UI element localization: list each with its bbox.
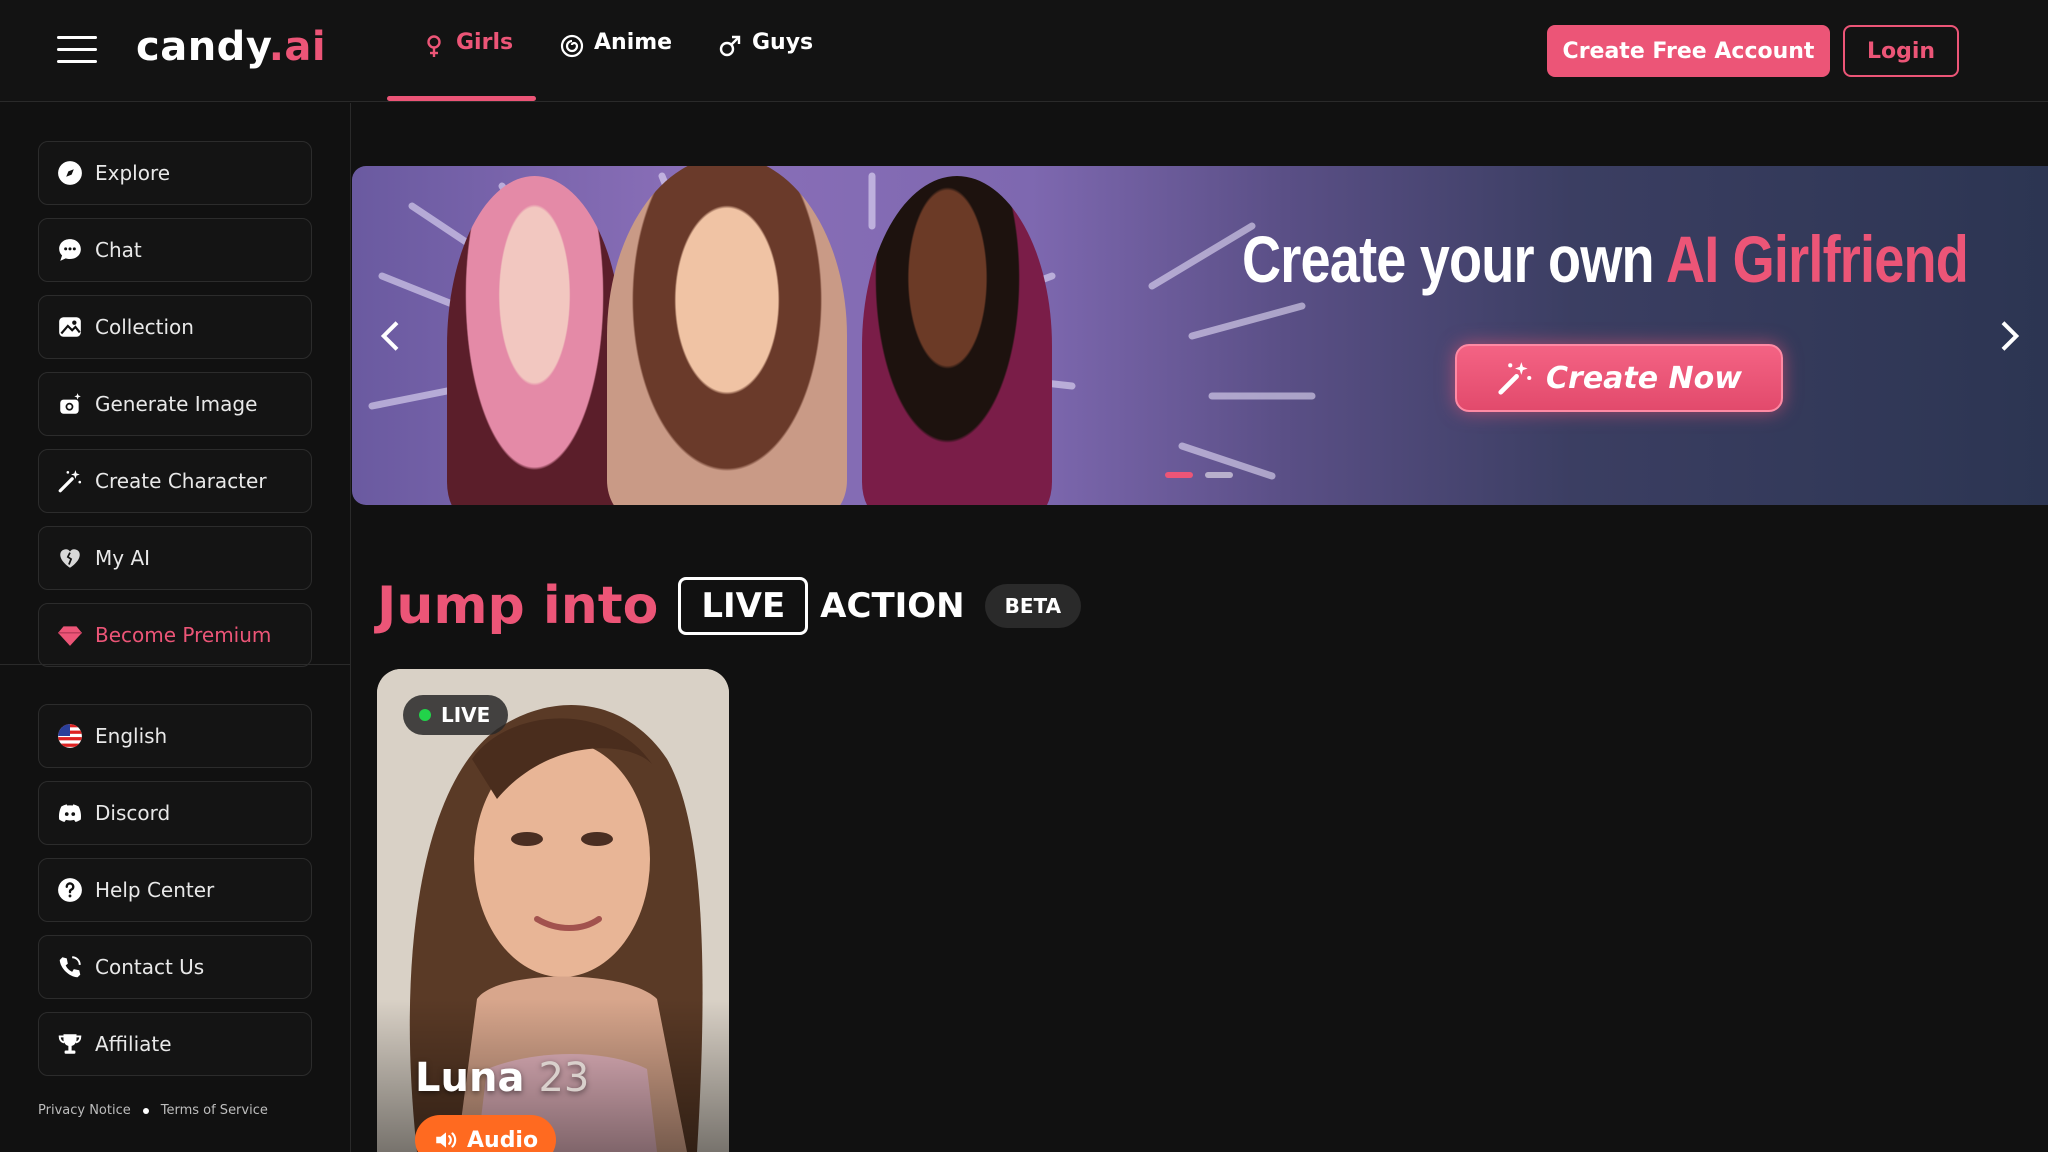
banner-model-right [862,176,1052,505]
magic-wand-icon [1498,362,1532,395]
sidebar-item-label: Generate Image [95,392,258,416]
sidebar-item-become-premium[interactable]: Become Premium [38,603,312,667]
active-tab-indicator [387,96,536,101]
live-character-card[interactable]: LIVE Luna 23 Audio [377,669,729,1152]
banner-title-white: Create your own [1242,222,1655,296]
privacy-notice-link[interactable]: Privacy Notice [38,1103,131,1118]
sidebar-item-label: Collection [95,315,194,339]
sidebar: Explore Chat Collection Generate Image C… [0,103,351,1152]
carousel-dot[interactable] [1165,472,1193,478]
live-badge: LIVE [403,695,509,735]
camera-sparkle-icon [60,393,81,414]
tab-girls-label: Girls [456,30,514,55]
carousel-dot[interactable] [1205,472,1233,478]
male-icon [719,35,741,57]
audio-button[interactable]: Audio [415,1115,557,1152]
audio-label: Audio [467,1127,539,1152]
sidebar-item-label: English [95,724,168,748]
tab-guys[interactable]: Guys [718,30,813,102]
discord-icon [58,804,82,822]
heading-action: ACTION [820,586,965,626]
sidebar-item-label: Contact Us [95,955,205,979]
footer-separator [142,1107,149,1114]
banner-title: Create your own AI Girlfriend [1242,221,1969,297]
terms-of-service-link[interactable]: Terms of Service [161,1103,268,1118]
tab-guys-label: Guys [752,30,814,55]
sidebar-item-language[interactable]: English [38,704,312,768]
live-badge-label: LIVE [441,703,491,727]
sidebar-item-label: Create Character [95,469,267,493]
banner-title-accent: AI Girlfriend [1665,222,1969,296]
character-name: Luna [415,1055,525,1101]
logo-suffix: .ai [268,24,327,70]
diamond-icon [58,626,82,646]
sidebar-item-label: My AI [95,546,151,570]
banner-model-center [607,166,847,505]
login-button[interactable]: Login [1843,25,1959,77]
top-bar: candy.ai Girls Anime Guys Create Free Ac… [0,0,2048,102]
sidebar-item-my-ai[interactable]: My AI [38,526,312,590]
magic-wand-icon [58,470,82,493]
sidebar-footer: Privacy Notice Terms of Service [38,1103,268,1118]
heading-live: LIVE [678,577,809,635]
sidebar-item-label: Explore [95,161,171,185]
carousel-dots [1165,472,1233,478]
trophy-icon [58,1034,82,1054]
contact-phone-icon [59,956,81,978]
sidebar-item-discord[interactable]: Discord [38,781,312,845]
menu-icon[interactable] [57,36,97,66]
sidebar-item-label: Affiliate [95,1032,172,1056]
character-name-age: Luna 23 [415,1055,589,1101]
compass-icon [58,161,82,185]
create-now-button[interactable]: Create Now [1455,344,1783,412]
sidebar-item-generate-image[interactable]: Generate Image [38,372,312,436]
create-now-label: Create Now [1546,360,1742,396]
sidebar-item-label: Chat [95,238,142,262]
help-circle-icon [58,878,82,902]
live-section-heading: Jump into LIVE ACTION BETA [377,570,1082,642]
us-flag-icon [58,724,82,748]
character-age: 23 [538,1055,590,1101]
beta-badge: BETA [984,584,1082,628]
sidebar-item-help-center[interactable]: Help Center [38,858,312,922]
tab-anime[interactable]: Anime [560,30,672,102]
anime-swirl-icon [560,34,584,58]
chevron-right-icon[interactable] [1988,316,2028,356]
promo-banner[interactable]: Create your own AI Girlfriend Create Now [352,166,2048,505]
logo[interactable]: candy.ai [136,24,326,70]
sidebar-item-affiliate[interactable]: Affiliate [38,1012,312,1076]
live-status-dot [419,709,431,721]
sidebar-item-explore[interactable]: Explore [38,141,312,205]
logo-main: candy [136,24,269,70]
sidebar-item-chat[interactable]: Chat [38,218,312,282]
sidebar-item-collection[interactable]: Collection [38,295,312,359]
sidebar-item-label: Help Center [95,878,215,902]
create-free-account-button[interactable]: Create Free Account [1547,25,1830,77]
tab-girls[interactable]: Girls [422,30,513,102]
chevron-left-icon[interactable] [372,316,412,356]
sidebar-item-create-character[interactable]: Create Character [38,449,312,513]
heading-jump-into: Jump into [377,576,659,636]
chat-bubble-icon [59,239,81,261]
sidebar-divider [0,664,351,665]
banner-model-left [447,176,622,505]
speaker-icon [436,1132,457,1148]
sidebar-item-label: Become Premium [95,623,272,647]
image-gallery-icon [59,317,81,337]
female-icon [427,35,441,57]
heart-icon [60,549,80,568]
tab-anime-label: Anime [594,30,673,55]
sidebar-item-contact-us[interactable]: Contact Us [38,935,312,999]
sidebar-item-label: Discord [95,801,171,825]
